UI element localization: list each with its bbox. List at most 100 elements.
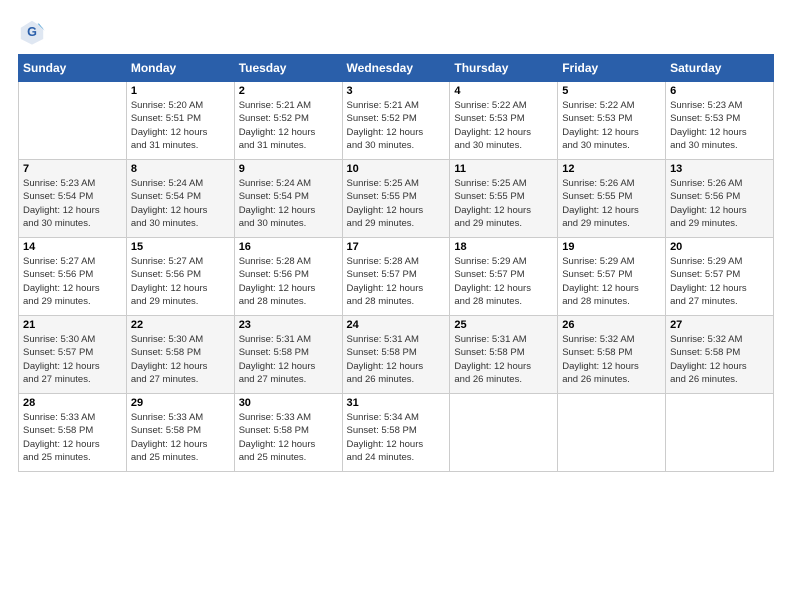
day-info: Sunrise: 5:31 AM Sunset: 5:58 PM Dayligh… (454, 333, 553, 386)
day-info: Sunrise: 5:27 AM Sunset: 5:56 PM Dayligh… (23, 255, 122, 308)
day-info: Sunrise: 5:34 AM Sunset: 5:58 PM Dayligh… (347, 411, 446, 464)
day-info: Sunrise: 5:24 AM Sunset: 5:54 PM Dayligh… (239, 177, 338, 230)
day-cell: 6 Sunrise: 5:23 AM Sunset: 5:53 PM Daylig… (666, 82, 774, 160)
day-number: 24 (347, 319, 446, 331)
week-row-1: 7 Sunrise: 5:23 AM Sunset: 5:54 PM Daylig… (19, 160, 774, 238)
day-number: 20 (670, 241, 769, 253)
day-cell: 10 Sunrise: 5:25 AM Sunset: 5:55 PM Dayli… (342, 160, 450, 238)
calendar-table: SundayMondayTuesdayWednesdayThursdayFrid… (18, 54, 774, 472)
week-row-4: 28Sunrise: 5:33 AM Sunset: 5:58 PM Dayli… (19, 394, 774, 472)
day-number: 14 (23, 241, 122, 253)
day-info: Sunrise: 5:22 AM Sunset: 5:53 PM Dayligh… (562, 99, 661, 152)
day-number: 18 (454, 241, 553, 253)
day-info: Sunrise: 5:23 AM Sunset: 5:53 PM Dayligh… (670, 99, 769, 152)
day-number: 25 (454, 319, 553, 331)
day-info: Sunrise: 5:26 AM Sunset: 5:55 PM Dayligh… (562, 177, 661, 230)
day-number: 2 (239, 85, 338, 97)
day-number: 30 (239, 397, 338, 409)
day-info: Sunrise: 5:31 AM Sunset: 5:58 PM Dayligh… (347, 333, 446, 386)
day-number: 21 (23, 319, 122, 331)
day-number: 29 (131, 397, 230, 409)
weekday-header-friday: Friday (558, 55, 666, 82)
day-cell: 24 Sunrise: 5:31 AM Sunset: 5:58 PM Dayli… (342, 316, 450, 394)
day-cell: 20 Sunrise: 5:29 AM Sunset: 5:57 PM Dayli… (666, 238, 774, 316)
day-cell: 17 Sunrise: 5:28 AM Sunset: 5:57 PM Dayli… (342, 238, 450, 316)
day-number: 10 (347, 163, 446, 175)
day-number: 13 (670, 163, 769, 175)
page-container: G SundayMondayTuesdayWednesdayThursdayFr… (0, 0, 792, 482)
day-cell: 5 Sunrise: 5:22 AM Sunset: 5:53 PM Daylig… (558, 82, 666, 160)
day-info: Sunrise: 5:33 AM Sunset: 5:58 PM Dayligh… (23, 411, 122, 464)
day-cell: 28Sunrise: 5:33 AM Sunset: 5:58 PM Dayli… (19, 394, 127, 472)
day-cell: 12Sunrise: 5:26 AM Sunset: 5:55 PM Dayli… (558, 160, 666, 238)
day-number: 27 (670, 319, 769, 331)
day-cell: 14 Sunrise: 5:27 AM Sunset: 5:56 PM Dayli… (19, 238, 127, 316)
day-info: Sunrise: 5:25 AM Sunset: 5:55 PM Dayligh… (347, 177, 446, 230)
day-info: Sunrise: 5:21 AM Sunset: 5:52 PM Dayligh… (347, 99, 446, 152)
day-cell: 4 Sunrise: 5:22 AM Sunset: 5:53 PM Daylig… (450, 82, 558, 160)
day-cell: 26 Sunrise: 5:32 AM Sunset: 5:58 PM Dayli… (558, 316, 666, 394)
day-cell: 3 Sunrise: 5:21 AM Sunset: 5:52 PM Daylig… (342, 82, 450, 160)
day-number: 31 (347, 397, 446, 409)
day-number: 16 (239, 241, 338, 253)
day-number: 23 (239, 319, 338, 331)
week-row-3: 21Sunrise: 5:30 AM Sunset: 5:57 PM Dayli… (19, 316, 774, 394)
day-cell: 31 Sunrise: 5:34 AM Sunset: 5:58 PM Dayli… (342, 394, 450, 472)
day-info: Sunrise: 5:29 AM Sunset: 5:57 PM Dayligh… (670, 255, 769, 308)
day-number: 4 (454, 85, 553, 97)
day-info: Sunrise: 5:32 AM Sunset: 5:58 PM Dayligh… (562, 333, 661, 386)
week-row-0: 1 Sunrise: 5:20 AM Sunset: 5:51 PM Daylig… (19, 82, 774, 160)
day-cell: 30Sunrise: 5:33 AM Sunset: 5:58 PM Dayli… (234, 394, 342, 472)
day-cell (666, 394, 774, 472)
day-number: 1 (131, 85, 230, 97)
logo: G (18, 18, 50, 46)
day-number: 11 (454, 163, 553, 175)
day-number: 7 (23, 163, 122, 175)
day-cell: 7 Sunrise: 5:23 AM Sunset: 5:54 PM Daylig… (19, 160, 127, 238)
day-info: Sunrise: 5:28 AM Sunset: 5:57 PM Dayligh… (347, 255, 446, 308)
day-cell: 23 Sunrise: 5:31 AM Sunset: 5:58 PM Dayli… (234, 316, 342, 394)
day-number: 15 (131, 241, 230, 253)
weekday-header-sunday: Sunday (19, 55, 127, 82)
day-info: Sunrise: 5:30 AM Sunset: 5:58 PM Dayligh… (131, 333, 230, 386)
day-cell: 1 Sunrise: 5:20 AM Sunset: 5:51 PM Daylig… (126, 82, 234, 160)
day-number: 6 (670, 85, 769, 97)
day-info: Sunrise: 5:26 AM Sunset: 5:56 PM Dayligh… (670, 177, 769, 230)
day-cell: 9 Sunrise: 5:24 AM Sunset: 5:54 PM Daylig… (234, 160, 342, 238)
day-cell: 19 Sunrise: 5:29 AM Sunset: 5:57 PM Dayli… (558, 238, 666, 316)
weekday-header-tuesday: Tuesday (234, 55, 342, 82)
day-info: Sunrise: 5:31 AM Sunset: 5:58 PM Dayligh… (239, 333, 338, 386)
svg-text:G: G (27, 25, 37, 39)
day-number: 9 (239, 163, 338, 175)
day-number: 3 (347, 85, 446, 97)
day-cell: 22 Sunrise: 5:30 AM Sunset: 5:58 PM Dayli… (126, 316, 234, 394)
day-cell: 21Sunrise: 5:30 AM Sunset: 5:57 PM Dayli… (19, 316, 127, 394)
day-info: Sunrise: 5:29 AM Sunset: 5:57 PM Dayligh… (454, 255, 553, 308)
weekday-header-monday: Monday (126, 55, 234, 82)
weekday-header-saturday: Saturday (666, 55, 774, 82)
day-info: Sunrise: 5:22 AM Sunset: 5:53 PM Dayligh… (454, 99, 553, 152)
day-cell (558, 394, 666, 472)
week-row-2: 14 Sunrise: 5:27 AM Sunset: 5:56 PM Dayli… (19, 238, 774, 316)
header-row: G (18, 18, 774, 46)
day-cell: 29Sunrise: 5:33 AM Sunset: 5:58 PM Dayli… (126, 394, 234, 472)
day-number: 5 (562, 85, 661, 97)
day-number: 19 (562, 241, 661, 253)
day-info: Sunrise: 5:24 AM Sunset: 5:54 PM Dayligh… (131, 177, 230, 230)
day-number: 22 (131, 319, 230, 331)
day-info: Sunrise: 5:23 AM Sunset: 5:54 PM Dayligh… (23, 177, 122, 230)
day-cell: 11Sunrise: 5:25 AM Sunset: 5:55 PM Dayli… (450, 160, 558, 238)
day-info: Sunrise: 5:21 AM Sunset: 5:52 PM Dayligh… (239, 99, 338, 152)
weekday-header-row: SundayMondayTuesdayWednesdayThursdayFrid… (19, 55, 774, 82)
day-cell: 8 Sunrise: 5:24 AM Sunset: 5:54 PM Daylig… (126, 160, 234, 238)
day-number: 26 (562, 319, 661, 331)
day-cell: 15Sunrise: 5:27 AM Sunset: 5:56 PM Dayli… (126, 238, 234, 316)
day-cell: 18 Sunrise: 5:29 AM Sunset: 5:57 PM Dayli… (450, 238, 558, 316)
day-cell (19, 82, 127, 160)
day-number: 17 (347, 241, 446, 253)
day-cell: 25 Sunrise: 5:31 AM Sunset: 5:58 PM Dayli… (450, 316, 558, 394)
day-number: 8 (131, 163, 230, 175)
day-cell: 16Sunrise: 5:28 AM Sunset: 5:56 PM Dayli… (234, 238, 342, 316)
day-info: Sunrise: 5:29 AM Sunset: 5:57 PM Dayligh… (562, 255, 661, 308)
day-info: Sunrise: 5:20 AM Sunset: 5:51 PM Dayligh… (131, 99, 230, 152)
